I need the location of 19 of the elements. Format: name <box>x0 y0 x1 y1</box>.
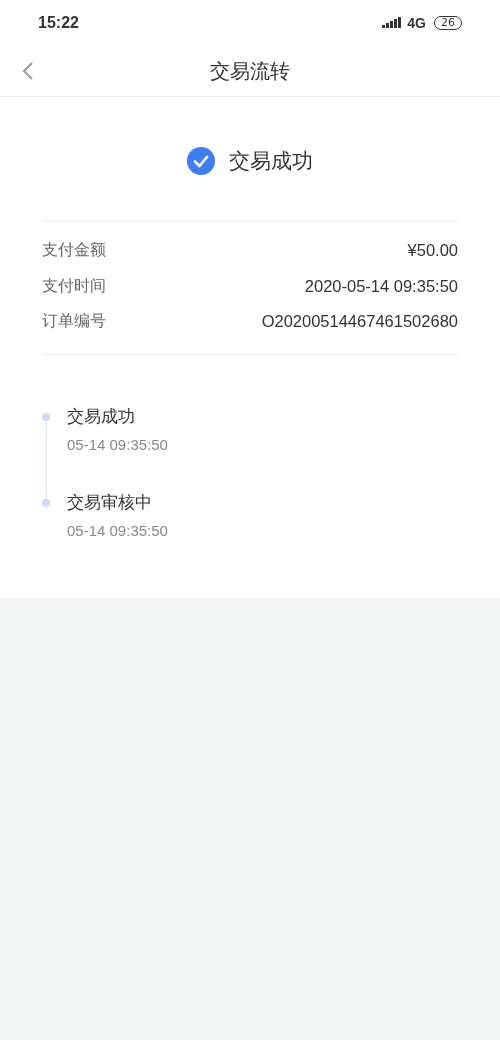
detail-value: 2020-05-14 09:35:50 <box>304 276 458 296</box>
result-text: 交易成功 <box>229 148 313 175</box>
detail-value: ¥50.00 <box>407 241 458 261</box>
detail-value: O20200514467461502680 <box>261 312 458 332</box>
status-time: 15:22 <box>38 14 79 32</box>
step-title: 交易成功 <box>67 404 136 428</box>
signal-icon <box>382 17 403 29</box>
timeline-dot <box>42 412 50 421</box>
check-circle-icon <box>187 147 215 175</box>
detail-label: 支付时间 <box>42 275 106 297</box>
detail-label: 支付金额 <box>42 240 106 262</box>
back-icon[interactable] <box>22 61 34 81</box>
step-time: 05-14 09:35:50 <box>67 521 168 539</box>
step-time: 05-14 09:35:50 <box>67 435 168 453</box>
step-title: 交易审核中 <box>67 490 153 514</box>
timeline-dot <box>42 498 50 507</box>
detail-label: 订单编号 <box>42 311 106 333</box>
page-title: 交易流转 <box>210 57 290 85</box>
network-label: 4G <box>407 15 426 31</box>
